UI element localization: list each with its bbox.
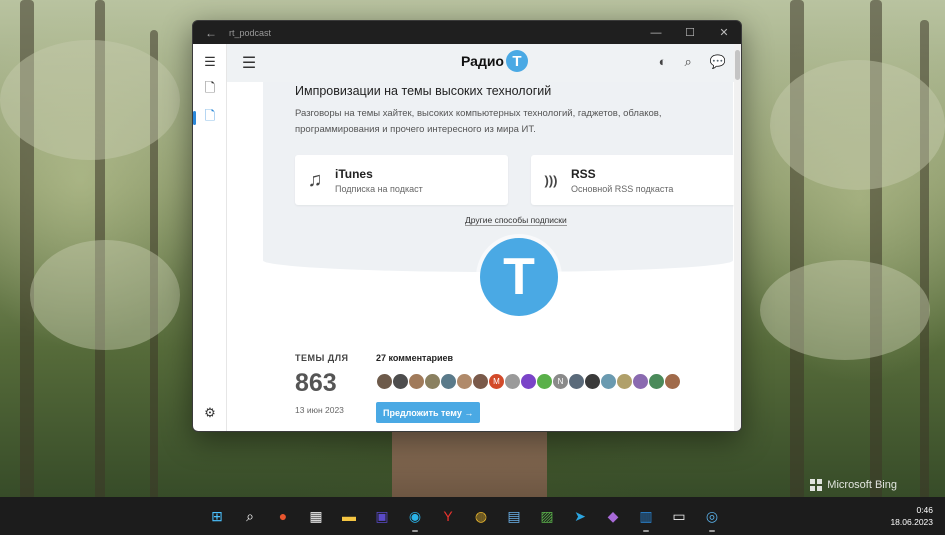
commenter-avatar[interactable] <box>472 373 489 390</box>
card-title: RSS <box>571 166 596 181</box>
maximize-button[interactable]: ☐ <box>673 26 707 39</box>
scrollbar-thumb[interactable] <box>735 50 740 80</box>
sidebar: ☰ 🗋 🗋 ⚙ <box>193 44 227 431</box>
commenter-avatar[interactable]: N <box>552 373 569 390</box>
yandex-browser-icon[interactable]: Y <box>436 505 460 527</box>
commenter-avatar[interactable] <box>520 373 537 390</box>
visual-studio-icon[interactable]: ◆ <box>601 505 625 527</box>
document-icon: 🗋 <box>204 108 216 123</box>
card-title: iTunes <box>335 166 373 181</box>
save-app-icon[interactable]: ▣ <box>370 505 394 527</box>
title-bar: ← rt_podcast — ☐ ✕ <box>193 21 741 44</box>
podcast-app-icon[interactable]: ▥ <box>634 505 658 532</box>
rss-icon: ))) <box>544 172 558 188</box>
taskbar: ⊞ ⌕ ● ▦ ▬ ▣ ◉ Y ◍ ▤ ▨ ➤ ◆ ▥ ▭ ◎ 0:46 18.06.2023 <box>0 497 945 535</box>
suggest-topic-button[interactable]: Предложить тему → <box>376 402 481 423</box>
itunes-card[interactable]: ♫ iTunes Подписка на подкаст <box>295 155 508 205</box>
page-description: Разговоры на темы хайтек, высоких компью… <box>295 108 662 135</box>
commenter-avatar[interactable] <box>600 373 617 390</box>
app-window: ← rt_podcast — ☐ ✕ ☰ 🗋 🗋 ⚙ ☰ Радио Т ◐ ⌕… <box>192 20 742 432</box>
logo-word: Радио <box>461 53 504 69</box>
image-app-icon[interactable]: ▨ <box>535 505 559 527</box>
taskbar-clock[interactable]: 0:46 18.06.2023 <box>890 504 933 528</box>
card-subtitle: Основной RSS подкаста <box>571 183 674 194</box>
edge-icon[interactable]: ◉ <box>403 505 427 532</box>
remote-app-icon[interactable]: ● <box>271 505 295 527</box>
commenter-avatar[interactable] <box>376 373 393 390</box>
episode-number: 863 <box>295 369 337 397</box>
commenter-avatar[interactable] <box>584 373 601 390</box>
settings-button[interactable]: ⚙ <box>193 399 227 427</box>
commenter-avatar[interactable] <box>664 373 681 390</box>
commenter-avatar[interactable] <box>632 373 649 390</box>
taskbar-icons: ⊞ ⌕ ● ▦ ▬ ▣ ◉ Y ◍ ▤ ▨ ➤ ◆ ▥ ▭ ◎ <box>205 505 724 532</box>
site-menu-icon[interactable]: ☰ <box>227 53 271 73</box>
card-subtitle: Подписка на подкаст <box>335 183 423 194</box>
commenter-avatar[interactable] <box>440 373 457 390</box>
minimize-button[interactable]: — <box>639 27 673 39</box>
hamburger-icon: ☰ <box>204 54 216 69</box>
sidebar-item-document-1[interactable]: 🗋 <box>193 76 227 104</box>
gear-icon: ⚙ <box>204 405 216 420</box>
commenter-avatar[interactable] <box>616 373 633 390</box>
page-headline: Импровизации на темы высоких технологий <box>295 84 552 98</box>
clock-date: 18.06.2023 <box>890 517 933 527</box>
close-button[interactable]: ✕ <box>707 26 741 39</box>
globe-app-icon[interactable]: ◎ <box>700 505 724 532</box>
notepad-icon[interactable]: ▤ <box>502 505 526 527</box>
search-icon[interactable]: ⌕ <box>685 54 692 70</box>
commenter-avatar[interactable] <box>392 373 409 390</box>
windows-start-icon[interactable]: ⊞ <box>205 505 229 527</box>
commenter-avatars: MN <box>376 373 681 390</box>
file-explorer-icon[interactable]: ▬ <box>337 505 361 527</box>
commenter-avatar[interactable] <box>568 373 585 390</box>
sidebar-menu-button[interactable]: ☰ <box>193 48 227 76</box>
rss-card[interactable]: ))) RSS Основной RSS подкаста <box>531 155 741 205</box>
commenter-avatar[interactable] <box>424 373 441 390</box>
site-logo[interactable]: Радио Т <box>461 50 528 72</box>
document-icon: 🗋 <box>204 80 216 95</box>
paint-app-icon[interactable]: ▭ <box>667 505 691 527</box>
chrome-icon[interactable]: ◍ <box>469 505 493 527</box>
episode-date: 13 июн 2023 <box>295 405 344 415</box>
microsoft-logo-icon <box>810 479 823 491</box>
music-note-icon: ♫ <box>307 168 323 191</box>
back-arrow-icon[interactable]: ← <box>193 26 229 40</box>
window-title: rt_podcast <box>229 27 272 38</box>
clock-time: 0:46 <box>916 505 933 515</box>
telegram-icon[interactable]: ➤ <box>568 505 592 527</box>
bing-watermark: Microsoft Bing <box>810 479 897 491</box>
comments-count[interactable]: 27 комментариев <box>376 353 453 363</box>
chat-icon[interactable]: 💬 <box>710 54 726 70</box>
logo-t-icon: Т <box>505 50 528 72</box>
scrollbar[interactable] <box>734 44 741 431</box>
site-header: ☰ Радио Т ◐ ⌕ 💬 <box>227 44 734 82</box>
commenter-avatar[interactable] <box>648 373 665 390</box>
store-icon[interactable]: ▦ <box>304 505 328 527</box>
other-subscriptions-link[interactable]: Другие способы подписки <box>465 215 567 226</box>
contrast-icon[interactable]: ◐ <box>659 54 667 70</box>
commenter-avatar[interactable] <box>536 373 553 390</box>
topics-label: ТЕМЫ ДЛЯ <box>295 353 349 363</box>
commenter-avatar[interactable] <box>504 373 521 390</box>
commenter-avatar[interactable]: M <box>488 373 505 390</box>
commenter-avatar[interactable] <box>408 373 425 390</box>
watermark-text: Microsoft Bing <box>827 479 897 491</box>
commenter-avatar[interactable] <box>456 373 473 390</box>
web-content: ☰ Радио Т ◐ ⌕ 💬 Импровизации на темы выс… <box>227 44 741 431</box>
search-icon[interactable]: ⌕ <box>238 505 262 527</box>
boardwalk <box>392 432 547 498</box>
sidebar-item-document-2[interactable]: 🗋 <box>193 104 227 132</box>
radio-t-logo-icon: Т <box>480 238 558 316</box>
